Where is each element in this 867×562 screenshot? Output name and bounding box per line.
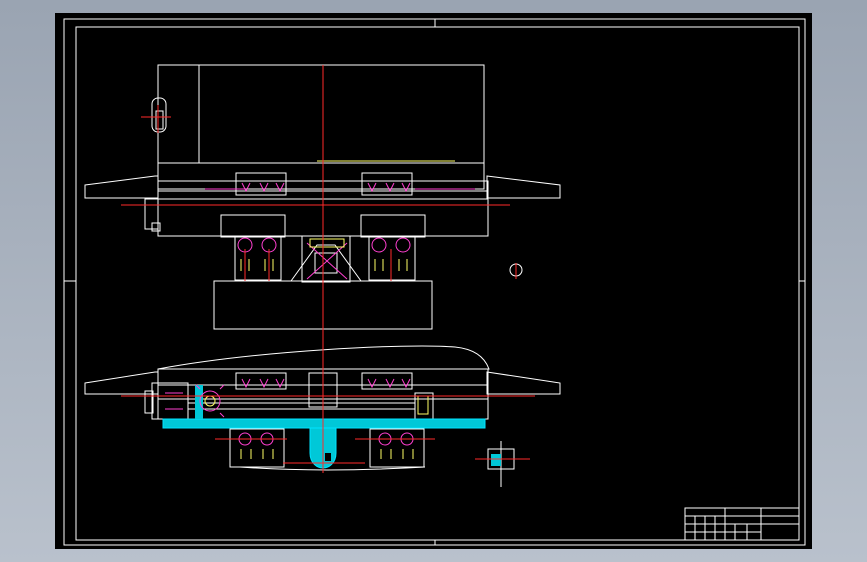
outer-frame (63, 18, 806, 546)
bearing-housing-left (220, 214, 286, 238)
right-wing (486, 175, 561, 199)
cad-viewport[interactable] (55, 13, 812, 549)
inner-frame (75, 26, 800, 541)
side-handle (151, 97, 167, 133)
left-wing (84, 175, 159, 199)
drawing-sheet (63, 18, 806, 546)
bearing-housing-right (360, 214, 426, 238)
centering-marks (64, 19, 805, 545)
centerlines (121, 65, 535, 473)
motor-housing (151, 382, 189, 420)
title-block (684, 507, 800, 541)
right-wing-lower (486, 371, 561, 395)
housing-block (157, 64, 485, 190)
